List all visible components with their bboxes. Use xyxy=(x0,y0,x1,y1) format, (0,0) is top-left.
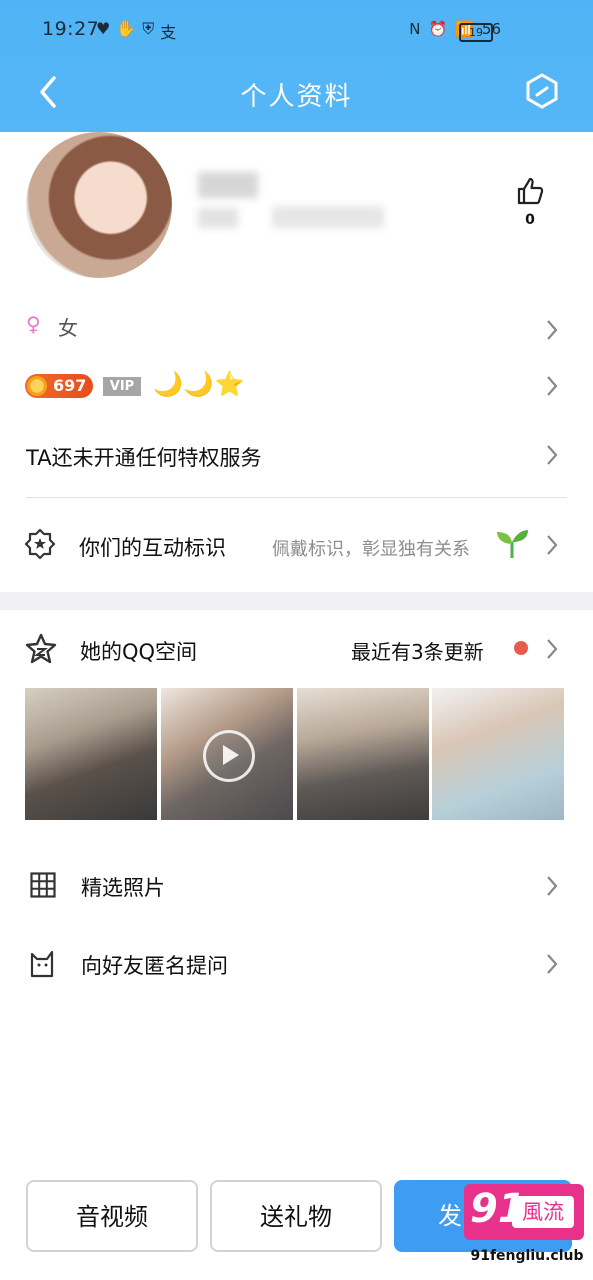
interaction-label: 你们的互动标识 xyxy=(79,536,226,560)
vip-badge: VIP xyxy=(103,377,141,396)
play-icon xyxy=(203,730,255,782)
send-gift-button[interactable]: 送礼物 xyxy=(210,1180,382,1252)
chevron-right-icon xyxy=(547,639,558,659)
shield-icon: ⛨ xyxy=(142,19,155,38)
section-separator xyxy=(0,592,593,610)
like-button[interactable]: 0 xyxy=(510,176,550,228)
coin-badge: 697 xyxy=(25,374,93,398)
coin-icon xyxy=(27,376,47,396)
qzone-photo[interactable] xyxy=(297,688,429,820)
nfc-icon: N xyxy=(409,20,421,38)
qzone-label: 她的QQ空间 xyxy=(80,640,198,664)
thumbs-up-icon xyxy=(517,177,544,205)
qzone-video[interactable] xyxy=(161,688,293,820)
watermark-brand: 風流 xyxy=(512,1196,574,1228)
blurred-info xyxy=(198,208,238,228)
status-bar: 19:27 ♥ ✋ ⛨ 支 N ⏰ 📶 56 19 xyxy=(0,10,593,50)
heart-icon: ♥ xyxy=(96,19,111,38)
qzone-update-text: 最近有3条更新 xyxy=(351,640,484,664)
blurred-nickname xyxy=(198,172,258,198)
grid-icon xyxy=(30,872,56,898)
coin-value: 697 xyxy=(53,376,87,395)
avatar[interactable] xyxy=(26,132,172,278)
chevron-right-icon xyxy=(547,376,558,396)
chevron-right-icon xyxy=(547,445,558,465)
audio-video-button[interactable]: 音视频 xyxy=(26,1180,198,1252)
level-icons: 🌙🌙⭐ xyxy=(153,370,246,398)
hand-icon: ✋ xyxy=(116,19,137,38)
alarm-icon: ⏰ xyxy=(428,20,448,38)
status-left-icons: ♥ ✋ ⛨ 支 xyxy=(96,19,176,43)
like-count: 0 xyxy=(525,212,535,228)
star-icon xyxy=(25,633,57,664)
chevron-right-icon xyxy=(547,954,558,974)
divider xyxy=(26,497,567,498)
blurred-id xyxy=(272,206,384,228)
featured-photos-label: 精选照片 xyxy=(81,876,165,900)
interaction-subtitle: 佩戴标识，彰显独有关系 xyxy=(272,539,470,560)
alipay-icon: 支 xyxy=(160,23,177,42)
privilege-text: TA还未开通任何特权服务 xyxy=(26,446,262,470)
gear-icon xyxy=(24,528,56,560)
chevron-right-icon xyxy=(547,876,558,896)
chevron-right-icon xyxy=(547,320,558,340)
unread-dot xyxy=(514,641,528,655)
status-time: 19:27 xyxy=(42,18,100,40)
qzone-photo[interactable] xyxy=(432,688,564,820)
nav-bar: 个人资料 xyxy=(0,62,593,122)
watermark-url: 91fengliu.club xyxy=(470,1248,584,1264)
female-icon: ♀ xyxy=(26,312,41,336)
page-title: 个人资料 xyxy=(240,82,353,112)
watermark-logo: 91 風流 xyxy=(464,1184,584,1240)
qzone-photo[interactable] xyxy=(25,688,157,820)
chevron-right-icon xyxy=(547,535,558,555)
anonymous-ask-label: 向好友匿名提问 xyxy=(81,954,228,978)
sprout-icon xyxy=(497,530,528,558)
battery-icon: 19 xyxy=(459,23,493,42)
gender-label: 女 xyxy=(58,316,78,340)
cat-icon xyxy=(30,950,54,978)
edit-icon[interactable] xyxy=(525,72,559,110)
